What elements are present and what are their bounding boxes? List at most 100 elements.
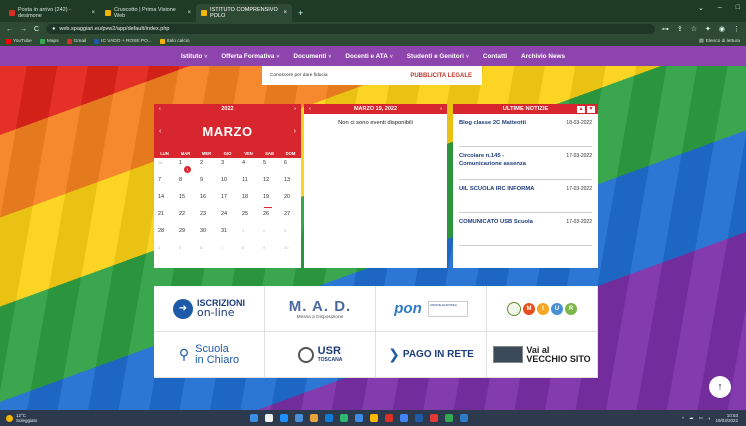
usr-toscana-link[interactable]: USR TOSCANA: [265, 332, 376, 378]
header-banner[interactable]: Conoscere per dare fiducia PUBBLICITA LE…: [262, 66, 482, 85]
minimize-icon[interactable]: –: [718, 4, 722, 12]
star-icon[interactable]: ☆: [691, 25, 697, 33]
calendar-day[interactable]: 29: [175, 226, 196, 243]
iscrizioni-online-link[interactable]: ➜ ISCRIZIONI on-line: [154, 286, 265, 332]
calendar-day[interactable]: 21: [154, 209, 175, 226]
url-field[interactable]: ● web.spaggiari.eu/pvw2/app/default/inde…: [46, 24, 655, 34]
chevron-down-icon[interactable]: ⌄: [698, 4, 704, 12]
taskbar-app-icon[interactable]: [445, 414, 453, 422]
close-icon[interactable]: ×: [187, 10, 191, 16]
calendar-day[interactable]: 2: [259, 226, 280, 243]
tab-gmail[interactable]: Posta in arrivo (242) - desimone ×: [4, 4, 100, 22]
taskbar-app-icon[interactable]: [385, 414, 393, 422]
calendar-day[interactable]: 2: [196, 158, 217, 175]
news-item[interactable]: Circolare n.145 - Comunicazione assenza 1…: [459, 147, 592, 180]
calendar-day[interactable]: 7: [154, 175, 175, 192]
chevron-right-icon[interactable]: ›: [440, 106, 442, 112]
calendar-day[interactable]: 3: [217, 158, 238, 175]
close-icon[interactable]: ×: [91, 10, 95, 16]
calendar-day[interactable]: 1: [238, 226, 259, 243]
calendar-day[interactable]: 26: [259, 209, 280, 226]
calendar-day[interactable]: 12: [259, 175, 280, 192]
pon-link[interactable]: pon UNIONE EUROPEA: [376, 286, 487, 332]
reading-list[interactable]: ▤ Elenco di lettura: [699, 39, 740, 44]
calendar-day[interactable]: 6: [280, 158, 301, 175]
taskbar-app-icon[interactable]: [310, 414, 318, 422]
calendar-day[interactable]: 30: [196, 226, 217, 243]
taskbar-app-icon[interactable]: [265, 414, 273, 422]
bookmark-youtube[interactable]: YouTube: [6, 38, 32, 44]
calendar-day[interactable]: 13: [280, 175, 301, 192]
calendar-day[interactable]: 14: [154, 192, 175, 209]
calendar-day[interactable]: 3: [280, 226, 301, 243]
nav-offerta-formativa[interactable]: Offerta Formativa ˅: [221, 53, 279, 60]
calendar-day[interactable]: 24: [217, 209, 238, 226]
calendar-day[interactable]: 11: [238, 175, 259, 192]
profile-icon[interactable]: ◉: [719, 25, 725, 33]
taskbar-app-icon[interactable]: [460, 414, 468, 422]
chevron-left-icon[interactable]: ‹: [309, 106, 311, 112]
miur-link[interactable]: M I U R: [487, 286, 598, 332]
scuola-in-chiaro-link[interactable]: ⚲ Scuola in Chiaro: [154, 332, 265, 378]
nav-studenti-genitori[interactable]: Studenti e Genitori ˅: [407, 53, 469, 60]
calendar-day[interactable]: 9: [196, 175, 217, 192]
calendar-day[interactable]: 6: [196, 243, 217, 260]
key-icon[interactable]: ⊶: [662, 25, 669, 33]
mad-link[interactable]: M. A. D. Messa a Disposizione: [265, 286, 376, 332]
bookmark-italo[interactable]: Italo calcio: [159, 38, 190, 44]
news-item-title[interactable]: COMUNICATO USB Scuola: [459, 219, 533, 227]
taskbar-app-icon[interactable]: [370, 414, 378, 422]
news-item[interactable]: Blog classe 2C Matteotti 18-03-2022: [459, 114, 592, 147]
new-tab-button[interactable]: +: [292, 4, 309, 22]
taskbar-app-icon[interactable]: [415, 414, 423, 422]
taskbar-app-icon[interactable]: [355, 414, 363, 422]
scroll-down-button[interactable]: ▼: [587, 105, 595, 113]
calendar-day[interactable]: 25: [238, 209, 259, 226]
taskbar-app-icon[interactable]: [325, 414, 333, 422]
calendar-day[interactable]: 28: [154, 158, 175, 175]
clock[interactable]: 10:53 19/03/2022: [715, 413, 738, 423]
news-item-title[interactable]: UIL SCUOLA IRC INFORMA: [459, 186, 534, 194]
bookmark-maps[interactable]: Maps: [39, 38, 59, 44]
calendar-day[interactable]: 20: [280, 192, 301, 209]
news-item[interactable]: COMUNICATO USB Scuola 17-03-2022: [459, 213, 592, 246]
bookmark-ic-vado[interactable]: IC VADO + ROSE PO...: [94, 38, 152, 44]
volume-icon[interactable]: ◖: [708, 416, 711, 421]
news-item[interactable]: UIL SCUOLA IRC INFORMA 17-03-2022: [459, 180, 592, 213]
taskbar-app-icon[interactable]: [280, 414, 288, 422]
nav-documenti[interactable]: Documenti ˅: [293, 53, 331, 60]
tab-cruscotto[interactable]: Cruscotto | Prima Visione Web ×: [100, 4, 196, 22]
nav-istituto[interactable]: Istituto ˅: [181, 53, 207, 60]
event-badge[interactable]: 1: [184, 166, 191, 173]
taskbar-app-icon[interactable]: [295, 414, 303, 422]
chevron-right-icon[interactable]: ›: [294, 128, 296, 135]
scroll-to-top-button[interactable]: ↑: [709, 376, 731, 398]
vecchio-sito-link[interactable]: Vai al VECCHIO SITO: [487, 332, 598, 378]
taskbar-app-icon[interactable]: [430, 414, 438, 422]
calendar-day[interactable]: 7: [217, 243, 238, 260]
calendar-day[interactable]: 16: [196, 192, 217, 209]
chevron-up-icon[interactable]: ^: [682, 416, 684, 421]
forward-icon[interactable]: →: [20, 26, 27, 33]
calendar-day[interactable]: 31: [217, 226, 238, 243]
chevron-left-icon[interactable]: ‹: [159, 106, 161, 112]
taskbar-app-icon[interactable]: [250, 414, 258, 422]
pubblicita-legale-link[interactable]: PUBBLICITA LEGALE: [410, 73, 472, 79]
cloud-icon[interactable]: ☁: [689, 415, 694, 421]
chevron-right-icon[interactable]: ›: [294, 106, 296, 112]
network-icon[interactable]: ▭: [698, 415, 702, 421]
calendar-day[interactable]: 27: [280, 209, 301, 226]
calendar-day[interactable]: 23: [196, 209, 217, 226]
calendar-day[interactable]: 10: [217, 175, 238, 192]
share-icon[interactable]: ⇪: [677, 25, 683, 33]
extensions-icon[interactable]: ✦: [705, 25, 711, 33]
taskbar-app-icon[interactable]: [340, 414, 348, 422]
calendar-day[interactable]: 22: [175, 209, 196, 226]
close-icon[interactable]: ×: [283, 10, 287, 16]
news-item-title[interactable]: Blog classe 2C Matteotti: [459, 120, 526, 128]
menu-icon[interactable]: ⋮: [733, 25, 740, 33]
calendar-day[interactable]: 5: [175, 243, 196, 260]
calendar-day[interactable]: 10: [280, 243, 301, 260]
tab-istituto[interactable]: ISTITUTO COMPRENSIVO POLO ×: [196, 4, 292, 22]
calendar-day[interactable]: 5: [259, 158, 280, 175]
